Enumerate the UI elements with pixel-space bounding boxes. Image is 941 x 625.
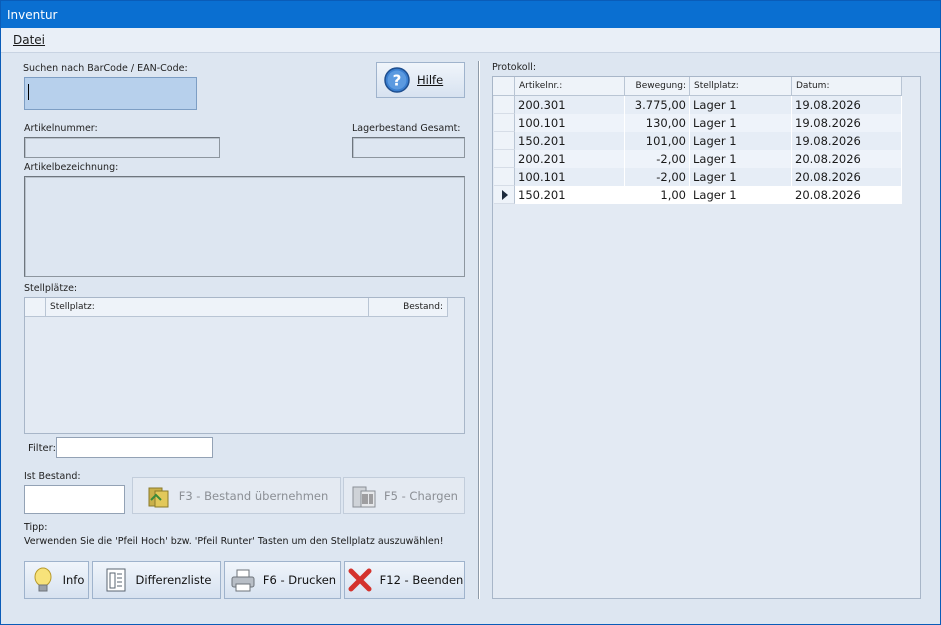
- table-cell[interactable]: 150.201: [515, 132, 625, 150]
- tip-text: Verwenden Sie die 'Pfeil Hoch' bzw. 'Pfe…: [24, 536, 444, 547]
- table-cell[interactable]: 200.301: [515, 96, 625, 114]
- row-indicator[interactable]: [494, 150, 515, 168]
- protocol-col-article[interactable]: Artikelnr.:: [515, 77, 625, 96]
- help-icon: ?: [384, 67, 410, 93]
- text-caret: [28, 84, 29, 100]
- table-cell[interactable]: Lager 1: [690, 114, 792, 132]
- diff-list-button[interactable]: Differenzliste: [92, 561, 221, 599]
- print-label: F6 - Drucken: [262, 573, 337, 587]
- protocol-col-date[interactable]: Datum:: [792, 77, 902, 96]
- current-row-arrow-icon: [502, 190, 508, 200]
- table-row[interactable]: 100.101 130,00 Lager 1 19.08.2026: [494, 114, 902, 132]
- filter-input[interactable]: [56, 437, 213, 458]
- table-cell[interactable]: 150.201: [515, 186, 625, 204]
- row-indicator[interactable]: [494, 96, 515, 114]
- table-row[interactable]: 150.201 1,00 Lager 1 20.08.2026: [494, 186, 902, 204]
- storage-col-stock[interactable]: Bestand:: [369, 298, 448, 317]
- table-cell[interactable]: 20.08.2026: [792, 168, 902, 186]
- table-cell[interactable]: 19.08.2026: [792, 114, 902, 132]
- apply-stock-button[interactable]: F3 - Bestand übernehmen: [132, 477, 341, 514]
- exit-button[interactable]: F12 - Beenden: [344, 561, 465, 599]
- row-indicator[interactable]: [494, 168, 515, 186]
- table-cell[interactable]: Lager 1: [690, 96, 792, 114]
- table-cell[interactable]: -2,00: [625, 150, 690, 168]
- svg-text:?: ?: [393, 72, 402, 90]
- protocol-grid[interactable]: Artikelnr.: Bewegung: Stellplatz: Datum:…: [492, 76, 921, 599]
- document-list-icon: [106, 568, 126, 592]
- protocol-row-header: [493, 77, 515, 96]
- table-cell[interactable]: -2,00: [625, 168, 690, 186]
- storage-label: Stellplätze:: [24, 283, 78, 294]
- barcode-box-icon: [352, 486, 376, 507]
- batches-label: F5 - Chargen: [384, 488, 458, 503]
- menu-bar: Datei: [1, 28, 940, 53]
- exit-label: F12 - Beenden: [379, 573, 464, 587]
- protocol-col-movement[interactable]: Bewegung:: [625, 77, 690, 96]
- storage-row-header: [25, 298, 46, 317]
- stock-total-label: Lagerbestand Gesamt:: [352, 123, 461, 134]
- info-label: Info: [62, 573, 85, 587]
- protocol-col-location[interactable]: Stellplatz:: [690, 77, 792, 96]
- help-button[interactable]: ? Hilfe: [376, 62, 465, 98]
- close-icon: [348, 568, 372, 592]
- protocol-label: Protokoll:: [492, 62, 537, 73]
- table-cell[interactable]: 200.201: [515, 150, 625, 168]
- row-indicator[interactable]: [494, 132, 515, 150]
- menu-file[interactable]: Datei: [13, 33, 45, 47]
- table-cell[interactable]: 100.101: [515, 114, 625, 132]
- barcode-search-input[interactable]: [24, 77, 197, 110]
- article-desc-label: Artikelbezeichnung:: [24, 162, 119, 173]
- table-cell[interactable]: 1,00: [625, 186, 690, 204]
- table-cell[interactable]: 20.08.2026: [792, 150, 902, 168]
- lightbulb-icon: [34, 567, 52, 592]
- help-button-label: Hilfe: [417, 73, 444, 87]
- title-bar: Inventur: [1, 1, 940, 28]
- actual-stock-input[interactable]: [24, 485, 125, 514]
- table-cell[interactable]: 3.775,00: [625, 96, 690, 114]
- row-indicator[interactable]: [494, 114, 515, 132]
- folder-transfer-icon: [148, 487, 169, 507]
- table-cell[interactable]: Lager 1: [690, 132, 792, 150]
- storage-col-location[interactable]: Stellplatz:: [46, 298, 369, 317]
- filter-label: Filter:: [28, 443, 56, 454]
- table-cell[interactable]: 20.08.2026: [792, 186, 902, 204]
- stock-total-field[interactable]: [352, 137, 465, 158]
- table-cell[interactable]: 130,00: [625, 114, 690, 132]
- search-label: Suchen nach BarCode / EAN-Code:: [23, 63, 188, 74]
- table-cell[interactable]: 19.08.2026: [792, 132, 902, 150]
- printer-icon: [231, 569, 255, 592]
- batches-button[interactable]: F5 - Chargen: [343, 477, 465, 514]
- table-row[interactable]: 200.301 3.775,00 Lager 1 19.08.2026: [494, 96, 902, 114]
- apply-stock-label: F3 - Bestand übernehmen: [178, 488, 329, 503]
- table-row[interactable]: 100.101 -2,00 Lager 1 20.08.2026: [494, 168, 902, 186]
- article-number-field[interactable]: [24, 137, 220, 158]
- row-indicator[interactable]: [494, 186, 515, 204]
- table-cell[interactable]: Lager 1: [690, 186, 792, 204]
- inventory-window: Inventur Datei Suchen nach BarCode / EAN…: [0, 0, 941, 625]
- info-button[interactable]: Info: [24, 561, 89, 599]
- table-cell[interactable]: 19.08.2026: [792, 96, 902, 114]
- table-cell[interactable]: Lager 1: [690, 150, 792, 168]
- table-cell[interactable]: 100.101: [515, 168, 625, 186]
- diff-list-label: Differenzliste: [135, 573, 212, 587]
- storage-grid[interactable]: Stellplatz: Bestand:: [24, 297, 465, 434]
- article-desc-field[interactable]: [24, 176, 465, 277]
- table-cell[interactable]: 101,00: [625, 132, 690, 150]
- table-row[interactable]: 150.201 101,00 Lager 1 19.08.2026: [494, 132, 902, 150]
- print-button[interactable]: F6 - Drucken: [224, 561, 341, 599]
- actual-stock-label: Ist Bestand:: [24, 471, 81, 482]
- table-cell[interactable]: Lager 1: [690, 168, 792, 186]
- tip-title: Tipp:: [24, 522, 48, 533]
- window-title: Inventur: [7, 8, 58, 22]
- article-number-label: Artikelnummer:: [24, 123, 98, 134]
- panel-divider: [478, 61, 480, 599]
- table-row[interactable]: 200.201 -2,00 Lager 1 20.08.2026: [494, 150, 902, 168]
